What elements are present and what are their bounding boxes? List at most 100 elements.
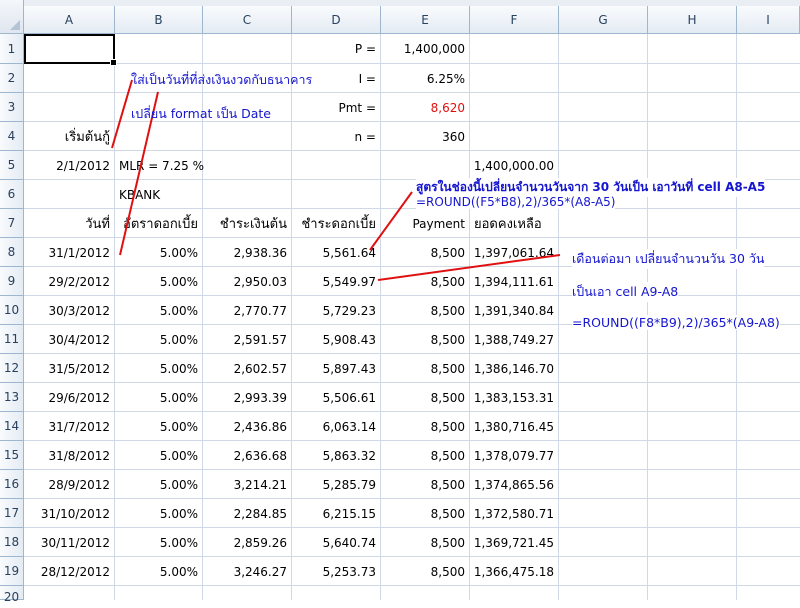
cell-e2[interactable]: 6.25%: [381, 64, 469, 93]
cell-date[interactable]: 31/1/2012: [24, 238, 114, 267]
cell-payment[interactable]: 8,500: [381, 325, 469, 354]
select-all-button[interactable]: [0, 0, 24, 34]
row-header-13[interactable]: 13: [0, 383, 24, 412]
cell-balance[interactable]: 1,394,111.61: [470, 267, 558, 296]
cell-b6[interactable]: KBANK: [115, 180, 203, 209]
cell-payment[interactable]: 8,500: [381, 499, 469, 528]
cell-d1[interactable]: P =: [292, 34, 380, 63]
cell-payment[interactable]: 8,500: [381, 267, 469, 296]
row-header-10[interactable]: 10: [0, 296, 24, 325]
cell-interest[interactable]: 5,253.73: [292, 557, 380, 586]
row-header-18[interactable]: 18: [0, 528, 24, 557]
cell-a7[interactable]: วันที่: [24, 209, 114, 238]
cell-f7[interactable]: ยอดคงเหลือ: [470, 209, 558, 238]
cell-interest[interactable]: 5,640.74: [292, 528, 380, 557]
cell-rate[interactable]: 5.00%: [115, 296, 202, 325]
column-header-f[interactable]: F: [470, 6, 559, 34]
cell-balance[interactable]: 1,366,475.18: [470, 557, 558, 586]
cell-balance[interactable]: 1,386,146.70: [470, 354, 558, 383]
cell-balance[interactable]: 1,374,865.56: [470, 470, 558, 499]
cell-balance[interactable]: 1,388,749.27: [470, 325, 558, 354]
row-header-5[interactable]: 5: [0, 151, 24, 180]
cell-rate[interactable]: 5.00%: [115, 325, 202, 354]
active-cell-a1[interactable]: [24, 34, 117, 66]
row-header-12[interactable]: 12: [0, 354, 24, 383]
cell-rate[interactable]: 5.00%: [115, 238, 202, 267]
column-header-c[interactable]: C: [203, 6, 292, 34]
cell-rate[interactable]: 5.00%: [115, 470, 202, 499]
cell-date[interactable]: 30/4/2012: [24, 325, 114, 354]
cell-d4[interactable]: n =: [292, 122, 380, 151]
cell-principal[interactable]: 2,770.77: [203, 296, 291, 325]
cell-payment[interactable]: 8,500: [381, 528, 469, 557]
cell-e7[interactable]: Payment: [381, 209, 469, 238]
cell-d3[interactable]: Pmt =: [292, 93, 380, 122]
row-header-7[interactable]: 7: [0, 209, 24, 238]
row-header-1[interactable]: 1: [0, 34, 24, 64]
cell-date[interactable]: 31/10/2012: [24, 499, 114, 528]
column-header-h[interactable]: H: [648, 6, 737, 34]
cell-payment[interactable]: 8,500: [381, 441, 469, 470]
cell-rate[interactable]: 5.00%: [115, 441, 202, 470]
row-header-15[interactable]: 15: [0, 441, 24, 470]
cell-payment[interactable]: 8,500: [381, 238, 469, 267]
cell-interest[interactable]: 5,285.79: [292, 470, 380, 499]
row-header-4[interactable]: 4: [0, 122, 24, 151]
cell-rate[interactable]: 5.00%: [115, 267, 202, 296]
cell-payment[interactable]: 8,500: [381, 557, 469, 586]
cell-principal[interactable]: 2,636.68: [203, 441, 291, 470]
cell-a5[interactable]: 2/1/2012: [24, 151, 114, 180]
cell-date[interactable]: 30/3/2012: [24, 296, 114, 325]
cell-interest[interactable]: 5,908.43: [292, 325, 380, 354]
cell-interest[interactable]: 6,063.14: [292, 412, 380, 441]
cell-d7[interactable]: ชำระดอกเบี้ย: [292, 209, 380, 238]
cell-e4[interactable]: 360: [381, 122, 469, 151]
column-header-a[interactable]: A: [24, 6, 115, 34]
cell-principal[interactable]: 2,859.26: [203, 528, 291, 557]
cell-balance[interactable]: 1,383,153.31: [470, 383, 558, 412]
cell-interest[interactable]: 5,863.32: [292, 441, 380, 470]
cell-date[interactable]: 31/5/2012: [24, 354, 114, 383]
row-header-3[interactable]: 3: [0, 93, 24, 122]
cell-date[interactable]: 28/12/2012: [24, 557, 114, 586]
row-header-9[interactable]: 9: [0, 267, 24, 296]
cell-principal[interactable]: 2,993.39: [203, 383, 291, 412]
cell-rate[interactable]: 5.00%: [115, 499, 202, 528]
cell-balance[interactable]: 1,397,061.64: [470, 238, 558, 267]
row-header-17[interactable]: 17: [0, 499, 24, 528]
cell-principal[interactable]: 3,246.27: [203, 557, 291, 586]
cell-balance[interactable]: 1,369,721.45: [470, 528, 558, 557]
cell-date[interactable]: 31/7/2012: [24, 412, 114, 441]
cell-rate[interactable]: 5.00%: [115, 412, 202, 441]
cell-payment[interactable]: 8,500: [381, 383, 469, 412]
cell-date[interactable]: 31/8/2012: [24, 441, 114, 470]
cell-date[interactable]: 29/6/2012: [24, 383, 114, 412]
cell-balance[interactable]: 1,380,716.45: [470, 412, 558, 441]
cell-principal[interactable]: 2,284.85: [203, 499, 291, 528]
cell-interest[interactable]: 6,215.15: [292, 499, 380, 528]
cell-rate[interactable]: 5.00%: [115, 528, 202, 557]
cell-balance[interactable]: 1,391,340.84: [470, 296, 558, 325]
cell-balance[interactable]: 1,378,079.77: [470, 441, 558, 470]
fill-handle[interactable]: [110, 59, 117, 66]
column-header-b[interactable]: B: [115, 6, 203, 34]
cell-f5[interactable]: 1,400,000.00: [470, 151, 558, 180]
cell-interest[interactable]: 5,897.43: [292, 354, 380, 383]
row-header-6[interactable]: 6: [0, 180, 24, 209]
cell-a4[interactable]: เริ่มต้นกู้: [24, 122, 114, 151]
row-header-11[interactable]: 11: [0, 325, 24, 354]
column-header-i[interactable]: I: [737, 6, 800, 34]
cell-payment[interactable]: 8,500: [381, 412, 469, 441]
cell-interest[interactable]: 5,549.97: [292, 267, 380, 296]
cell-principal[interactable]: 2,591.57: [203, 325, 291, 354]
row-header-8[interactable]: 8: [0, 238, 24, 267]
cell-principal[interactable]: 2,950.03: [203, 267, 291, 296]
cell-principal[interactable]: 2,436.86: [203, 412, 291, 441]
column-header-g[interactable]: G: [559, 6, 648, 34]
cell-b7[interactable]: อัตราดอกเบี้ย: [115, 209, 202, 238]
row-header-20[interactable]: 20: [0, 586, 24, 604]
cell-principal[interactable]: 2,602.57: [203, 354, 291, 383]
row-header-16[interactable]: 16: [0, 470, 24, 499]
cell-date[interactable]: 30/11/2012: [24, 528, 114, 557]
cell-interest[interactable]: 5,561.64: [292, 238, 380, 267]
